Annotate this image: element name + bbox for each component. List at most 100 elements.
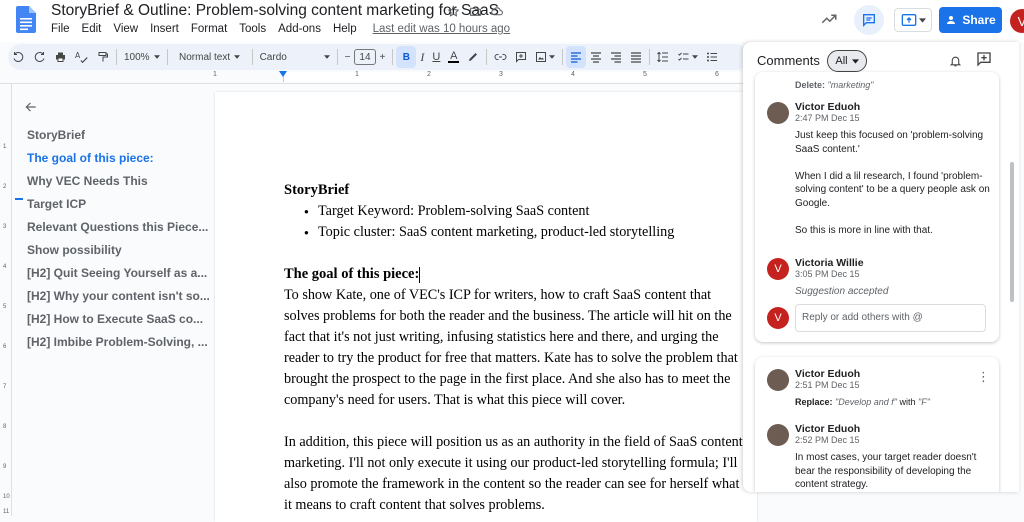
paint-format-icon[interactable] <box>93 46 113 68</box>
align-right-icon[interactable] <box>606 46 626 68</box>
menu-file[interactable]: File <box>45 23 76 35</box>
vertical-ruler[interactable]: 1 2 3 4 5 6 7 8 9 10 11 <box>0 84 12 516</box>
star-icon[interactable] <box>446 4 460 18</box>
outline-item-h2-imbibe[interactable]: [H2] Imbibe Problem-Solving, ... <box>27 335 210 358</box>
ruler-tick: 9 <box>3 464 7 470</box>
close-outline-arrow-icon[interactable] <box>24 100 38 119</box>
menu-tools[interactable]: Tools <box>233 23 272 35</box>
outline-item-target-icp[interactable]: Target ICP <box>27 197 210 220</box>
ruler-tick: 1 <box>3 144 7 150</box>
comments-filter-dropdown[interactable]: All <box>827 50 867 72</box>
document-title[interactable]: StoryBrief & Outline: Problem-solving co… <box>51 2 499 20</box>
toolbar-divider <box>336 49 338 65</box>
italic-button[interactable]: I <box>416 46 428 68</box>
ruler-tick: 6 <box>3 344 7 350</box>
comment-time: 2:51 PM Dec 15 <box>795 380 860 390</box>
align-left-icon[interactable] <box>566 46 587 68</box>
left-indent-marker[interactable] <box>279 71 287 77</box>
comment-history-button[interactable] <box>854 5 884 35</box>
cloud-status-icon[interactable] <box>490 4 504 18</box>
avatar[interactable] <box>767 369 789 391</box>
add-comment-icon[interactable] <box>976 51 992 72</box>
avatar[interactable] <box>767 424 789 446</box>
underline-button[interactable]: U <box>428 46 444 68</box>
paragraph: In addition, this piece will position us… <box>284 434 743 513</box>
bullet-item: Topic cluster: SaaS content marketing, p… <box>304 222 744 243</box>
replace-label: Replace: <box>795 397 833 407</box>
insert-image-icon[interactable] <box>531 46 559 68</box>
ruler-tick: 5 <box>643 71 647 78</box>
bullet-list: Target Keyword: Problem-solving SaaS con… <box>284 201 744 243</box>
menu-insert[interactable]: Insert <box>144 23 185 35</box>
title-bar: StoryBrief & Outline: Problem-solving co… <box>0 0 1024 42</box>
outline-item-goal[interactable]: The goal of this piece: <box>27 151 210 174</box>
bold-button[interactable]: B <box>396 46 417 68</box>
outline-item-storybrief[interactable]: StoryBrief <box>27 128 210 151</box>
avatar[interactable]: V <box>767 307 789 329</box>
document-body[interactable]: StoryBrief Target Keyword: Problem-solvi… <box>284 180 744 516</box>
font-select[interactable]: Cardo <box>256 46 334 68</box>
text-color-button[interactable]: A <box>444 46 463 68</box>
present-button[interactable] <box>894 8 932 32</box>
svg-text:A: A <box>75 51 81 60</box>
outline-item-h2-quit-seeing[interactable]: [H2] Quit Seeing Yourself as a... <box>27 266 210 289</box>
add-comment-icon[interactable] <box>511 46 531 68</box>
paragraph-style-select[interactable]: Normal text <box>171 46 249 68</box>
horizontal-ruler[interactable]: 1 1 2 3 4 5 6 <box>0 70 743 84</box>
last-edit-link[interactable]: Last edit was 10 hours ago <box>367 23 516 35</box>
comments-scrollbar[interactable] <box>1010 162 1014 302</box>
outline-item-relevant-questions[interactable]: Relevant Questions this Piece... <box>27 220 210 243</box>
menu-add-ons[interactable]: Add-ons <box>272 23 327 35</box>
account-avatar[interactable]: V <box>1010 9 1024 33</box>
ruler-tick: 2 <box>427 71 431 78</box>
chevron-down-icon <box>851 58 859 64</box>
increase-font-size-icon[interactable]: + <box>376 46 390 68</box>
style-value: Normal text <box>179 51 231 63</box>
checklist-icon[interactable] <box>673 46 702 68</box>
comment-thread[interactable]: ⋮ Victor Eduoh 2:51 PM Dec 15 Replace: "… <box>755 357 999 492</box>
replace-to: "F" <box>918 397 930 407</box>
menu-help[interactable]: Help <box>327 23 363 35</box>
outline-item-show-possibility[interactable]: Show possibility <box>27 243 210 266</box>
toolbar-divider <box>649 49 651 65</box>
share-button[interactable]: Share <box>939 7 1002 33</box>
chevron-down-icon <box>918 17 926 23</box>
google-docs-logo-icon[interactable] <box>16 6 36 33</box>
activity-dashboard-icon[interactable] <box>820 10 838 33</box>
highlight-pen-icon[interactable] <box>463 46 483 68</box>
align-center-icon[interactable] <box>586 46 606 68</box>
comment-thread[interactable]: Delete: "marketing" Victor Eduoh 2:47 PM… <box>755 72 999 342</box>
present-icon <box>901 14 916 26</box>
menu-view[interactable]: View <box>107 23 144 35</box>
align-justify-icon[interactable] <box>626 46 646 68</box>
font-size-input[interactable]: 14 <box>354 49 376 65</box>
heading-storybrief: StoryBrief <box>284 182 350 198</box>
outline-active-marker <box>15 198 23 200</box>
line-spacing-icon[interactable] <box>653 46 673 68</box>
document-page[interactable]: StoryBrief Target Keyword: Problem-solvi… <box>215 92 757 522</box>
text-color-label: A <box>450 49 458 62</box>
outline-item-h2-how-to-execute[interactable]: [H2] How to Execute SaaS co... <box>27 312 210 335</box>
redo-icon[interactable] <box>29 46 50 68</box>
zoom-select[interactable]: 100% <box>120 46 164 68</box>
bulleted-list-icon[interactable] <box>702 46 722 68</box>
avatar[interactable] <box>767 102 789 124</box>
avatar[interactable]: V <box>767 258 789 280</box>
menu-edit[interactable]: Edit <box>76 23 108 35</box>
more-options-icon[interactable]: ⋮ <box>977 369 990 385</box>
outline-item-why-vec[interactable]: Why VEC Needs This <box>27 174 210 197</box>
spellcheck-icon[interactable]: A <box>71 46 93 68</box>
decrease-font-size-icon[interactable]: − <box>341 46 355 68</box>
delete-label: Delete: <box>795 80 826 90</box>
undo-icon[interactable] <box>8 46 29 68</box>
move-to-folder-icon[interactable] <box>468 4 482 18</box>
ruler-tick: 7 <box>3 384 7 390</box>
menu-format[interactable]: Format <box>185 23 233 35</box>
outline-item-h2-why-content[interactable]: [H2] Why your content isn't so... <box>27 289 210 312</box>
insert-link-icon[interactable] <box>490 46 511 68</box>
reply-input[interactable]: Reply or add others with @ <box>795 304 986 332</box>
ruler-tick: 1 <box>355 71 359 78</box>
toolbar-divider <box>486 49 488 65</box>
notification-bell-icon[interactable] <box>949 54 962 73</box>
print-icon[interactable] <box>50 46 71 68</box>
